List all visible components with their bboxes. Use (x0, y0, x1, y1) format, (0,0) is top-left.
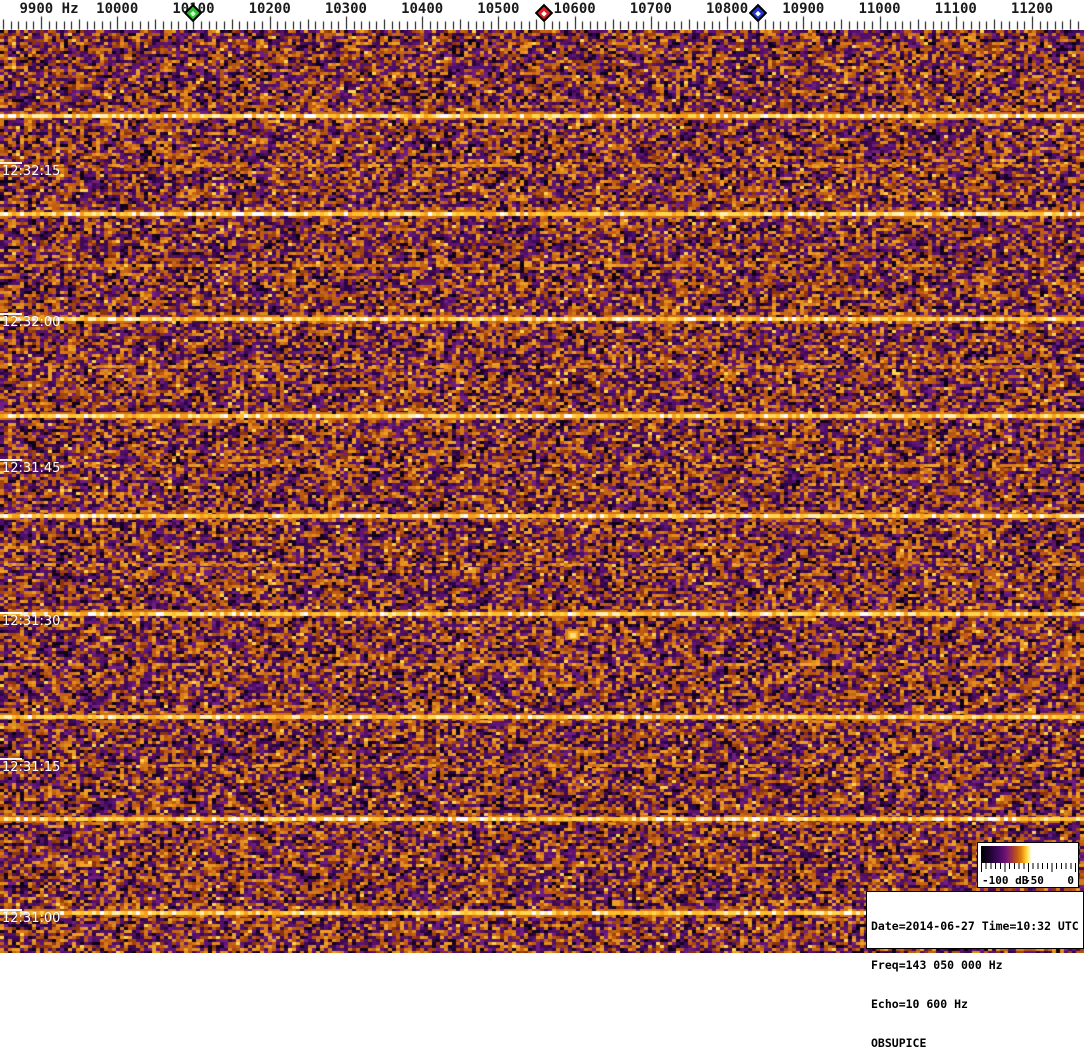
scale-label-mid: -50 (1024, 874, 1044, 887)
freq-label-10000: 10000 (96, 1, 139, 17)
freq-label-10900: 10900 (782, 1, 825, 17)
freq-label-10400: 10400 (401, 1, 444, 17)
info-echo: Echo=10 600 Hz (871, 997, 968, 1011)
color-gradient-bar (981, 846, 1075, 863)
time-label: 12:32:15 (2, 164, 61, 179)
waterfall-display: 12:32:15 12:32:00 12:31:45 12:31:30 12:3… (0, 30, 1084, 953)
observation-info-box: Date=2014-06-27 Time=10:32 UTC Freq=143 … (866, 891, 1084, 1050)
freq-label-11100: 11100 (934, 1, 977, 17)
freq-label-10600: 10600 (553, 1, 596, 17)
info-frequency: Freq=143 050 000 Hz (871, 958, 1003, 972)
marker-core (754, 10, 761, 16)
info-date-time: Date=2014-06-27 Time=10:32 UTC (871, 919, 1079, 933)
time-label: 12:31:45 (2, 461, 61, 476)
marker-core (190, 10, 197, 16)
scale-major-ticks (981, 863, 1076, 872)
freq-label-9900: 9900 Hz (19, 1, 79, 17)
freq-label-11200: 11200 (1010, 1, 1054, 17)
db-color-scale: -100 dB -50 0 (977, 842, 1079, 888)
freq-label-10500: 10500 (477, 1, 520, 17)
freq-label-10800: 10800 (705, 1, 749, 17)
time-label: 12:31:30 (2, 614, 61, 629)
marker-core (541, 10, 547, 16)
scale-label-max: 0 (1067, 874, 1074, 887)
frequency-axis: 9900 Hz 10000 10100 10200 10300 10400 10… (0, 0, 1084, 30)
freq-label-10200: 10200 (248, 1, 291, 17)
spectrogram-canvas (0, 30, 1084, 953)
info-station: OBSUPICE (871, 1036, 927, 1050)
time-label: 12:32:00 (2, 315, 61, 330)
meteor-echo-waterfall-app: { "frequency_axis": { "unit": "Hz", "min… (0, 0, 1084, 1050)
freq-label-10700: 10700 (629, 1, 672, 17)
time-label: 12:31:00 (2, 911, 61, 926)
scale-label-min: -100 dB (982, 874, 1029, 887)
time-label: 12:31:15 (2, 760, 61, 775)
freq-label-11000: 11000 (858, 1, 901, 17)
freq-label-10300: 10300 (324, 1, 367, 17)
